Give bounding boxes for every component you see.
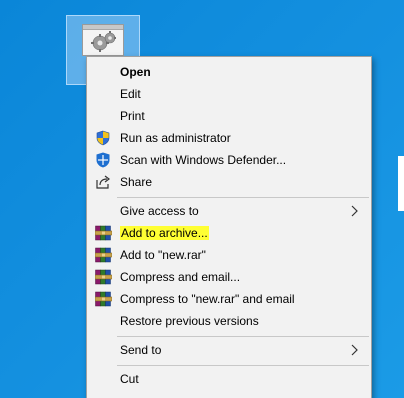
menu-item-edit[interactable]: Edit	[87, 83, 371, 105]
winrar-icon	[94, 291, 113, 307]
chevron-right-icon	[349, 344, 361, 356]
menu-item-label: Add to archive...	[120, 226, 209, 240]
uac-shield-icon	[95, 130, 111, 146]
winrar-icon	[94, 247, 113, 263]
menu-item-label: Add to "new.rar"	[120, 248, 206, 262]
menu-item-share[interactable]: Share	[87, 171, 371, 193]
menu-item-label: Give access to	[120, 204, 199, 218]
menu-item-send-to[interactable]: Send to	[87, 339, 371, 361]
context-menu: Open Edit Print Run as administrator Sca…	[86, 56, 372, 398]
chevron-right-icon	[349, 205, 361, 217]
menu-item-add-to-new-rar[interactable]: Add to "new.rar"	[87, 244, 371, 266]
winrar-icon	[94, 269, 113, 285]
menu-item-label: Open	[120, 65, 151, 79]
menu-item-restore-previous-versions[interactable]: Restore previous versions	[87, 310, 371, 332]
menu-item-print[interactable]: Print	[87, 105, 371, 127]
share-icon	[95, 174, 111, 190]
menu-item-label: Compress and email...	[120, 270, 241, 284]
menu-item-give-access-to[interactable]: Give access to	[87, 200, 371, 222]
menu-item-label: Share	[120, 175, 153, 189]
menu-separator	[117, 365, 369, 366]
windows-defender-icon	[95, 152, 111, 168]
menu-item-label: Restore previous versions	[120, 314, 259, 328]
menu-item-label: Run as administrator	[120, 131, 231, 145]
winrar-icon	[94, 225, 113, 241]
menu-item-label: Send to	[120, 343, 162, 357]
menu-item-compress-and-email[interactable]: Compress and email...	[87, 266, 371, 288]
gears-file-icon	[82, 24, 124, 56]
menu-item-open[interactable]: Open	[87, 61, 371, 83]
menu-separator	[117, 197, 369, 198]
menu-item-run-as-administrator[interactable]: Run as administrator	[87, 127, 371, 149]
menu-item-compress-to-new-rar-and-email[interactable]: Compress to "new.rar" and email	[87, 288, 371, 310]
menu-item-scan-with-windows-defender[interactable]: Scan with Windows Defender...	[87, 149, 371, 171]
menu-item-label: Edit	[120, 87, 141, 101]
menu-item-label: Scan with Windows Defender...	[120, 153, 287, 167]
menu-item-label: Cut	[120, 372, 139, 386]
menu-item-add-to-archive[interactable]: Add to archive...	[87, 222, 371, 244]
menu-item-cut[interactable]: Cut	[87, 368, 371, 390]
menu-item-label: Print	[120, 109, 145, 123]
menu-separator	[117, 336, 369, 337]
background-window-edge	[398, 156, 404, 211]
menu-item-label: Compress to "new.rar" and email	[120, 292, 295, 306]
